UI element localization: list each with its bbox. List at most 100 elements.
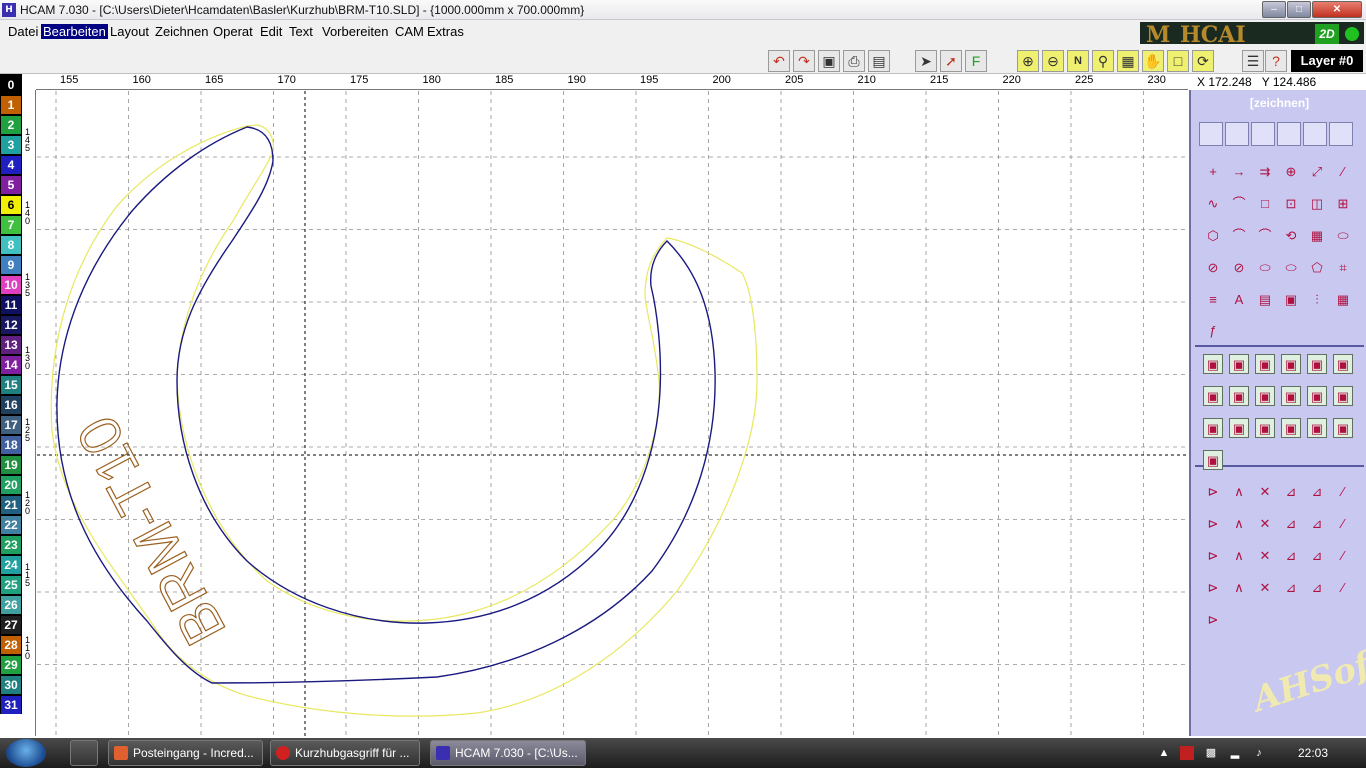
tray-device-icon[interactable]: ▩ (1204, 746, 1218, 760)
layer-cell-1[interactable]: 1 (1, 96, 21, 114)
function-icon[interactable]: F (965, 50, 987, 72)
draw-tool-icon-21[interactable]: ⬭ (1281, 258, 1301, 278)
draw-tool-icon-23[interactable]: ⌗ (1333, 258, 1353, 278)
layer-cell-3[interactable]: 3 (1, 136, 21, 154)
layer-cell-4[interactable]: 4 (1, 156, 21, 174)
layer-cell-14[interactable]: 14 (1, 356, 21, 374)
layer-cell-22[interactable]: 22 (1, 516, 21, 534)
layer-cell-8[interactable]: 8 (1, 236, 21, 254)
edit-tool-icon-13[interactable]: ∧ (1229, 546, 1249, 566)
tray-network-icon[interactable]: ▂ (1228, 746, 1242, 760)
edit-tool-icon-5[interactable]: ⁄ (1333, 482, 1353, 502)
tray-app-icon[interactable] (1180, 746, 1194, 760)
layer-cell-18[interactable]: 18 (1, 436, 21, 454)
zoom-normal-icon[interactable]: N (1067, 50, 1089, 72)
draw-tool-icon-11[interactable]: ⊞ (1333, 194, 1353, 214)
edit-tool-icon-4[interactable]: ⊿ (1307, 482, 1327, 502)
menu-datei[interactable]: Datei (6, 24, 40, 39)
menu-extras[interactable]: Extras (425, 24, 466, 39)
menu-layout[interactable]: Layout (108, 24, 151, 39)
draw-tool-icon-27[interactable]: ▣ (1281, 290, 1301, 310)
edit-tool-icon-17[interactable]: ⁄ (1333, 546, 1353, 566)
layer-cell-6[interactable]: 6 (1, 196, 21, 214)
tab-empty-1[interactable] (1277, 122, 1301, 146)
draw-tool-icon-5[interactable]: ⁄ (1333, 162, 1353, 182)
layer-cell-29[interactable]: 29 (1, 656, 21, 674)
current-layer-label[interactable]: Layer #0 (1291, 50, 1363, 72)
edit-tool-icon-23[interactable]: ⁄ (1333, 578, 1353, 598)
edit-tool-icon-14[interactable]: ✕ (1255, 546, 1275, 566)
layer-cell-27[interactable]: 27 (1, 616, 21, 634)
draw-tool-icon-25[interactable]: A (1229, 290, 1249, 310)
edit-tool-icon-9[interactable]: ⊿ (1281, 514, 1301, 534)
zoom-fit-icon[interactable]: □ (1167, 50, 1189, 72)
undo-icon[interactable]: ↶ (768, 50, 790, 72)
edit-tool-icon-19[interactable]: ∧ (1229, 578, 1249, 598)
transform-tool-icon-6[interactable]: ▣ (1203, 386, 1223, 406)
edit-tool-icon-7[interactable]: ∧ (1229, 514, 1249, 534)
edit-tool-icon-20[interactable]: ✕ (1255, 578, 1275, 598)
minimize-button[interactable]: – (1262, 1, 1286, 18)
maximize-button[interactable]: □ (1287, 1, 1311, 18)
draw-tool-icon-14[interactable]: ⌒ (1255, 226, 1275, 246)
draw-tool-icon-4[interactable]: ⤢ (1307, 162, 1327, 182)
layer-cell-31[interactable]: 31 (1, 696, 21, 714)
draw-tool-icon-2[interactable]: ⇉ (1255, 162, 1275, 182)
layer-cell-2[interactable]: 2 (1, 116, 21, 134)
node-edit-icon[interactable]: ➚ (940, 50, 962, 72)
draw-tool-icon-9[interactable]: ⊡ (1281, 194, 1301, 214)
layer-cell-17[interactable]: 17 (1, 416, 21, 434)
plot-icon[interactable]: ▤ (868, 50, 890, 72)
menu-cam[interactable]: CAM (393, 24, 426, 39)
transform-tool-icon-12[interactable]: ▣ (1203, 418, 1223, 438)
layer-cell-30[interactable]: 30 (1, 676, 21, 694)
edit-tool-icon-16[interactable]: ⊿ (1307, 546, 1327, 566)
taskbar-item-mail[interactable]: Posteingang - Incred... (108, 740, 263, 766)
menu-vorbereiten[interactable]: Vorbereiten (320, 24, 391, 39)
tab-edit-icon[interactable] (1251, 122, 1275, 146)
layer-cell-24[interactable]: 24 (1, 556, 21, 574)
draw-tool-icon-17[interactable]: ⬭ (1333, 226, 1353, 246)
draw-tool-icon-10[interactable]: ◫ (1307, 194, 1327, 214)
draw-tool-icon-30[interactable]: ƒ (1203, 321, 1223, 341)
pan-hand-icon[interactable]: ✋ (1142, 50, 1164, 72)
layer-cell-19[interactable]: 19 (1, 456, 21, 474)
edit-tool-icon-1[interactable]: ∧ (1229, 482, 1249, 502)
draw-tool-icon-19[interactable]: ⊘ (1229, 258, 1249, 278)
draw-tool-icon-7[interactable]: ⌒ (1229, 194, 1249, 214)
start-button[interactable] (6, 739, 46, 767)
menu-edit[interactable]: Edit (258, 24, 284, 39)
layer-cell-28[interactable]: 28 (1, 636, 21, 654)
draw-tool-icon-12[interactable]: ⬡ (1203, 226, 1223, 246)
transform-tool-icon-10[interactable]: ▣ (1307, 386, 1327, 406)
layer-cell-12[interactable]: 12 (1, 316, 21, 334)
tray-arrow-icon[interactable]: ▲ (1157, 746, 1171, 760)
draw-tool-icon-22[interactable]: ⬠ (1307, 258, 1327, 278)
draw-tool-icon-15[interactable]: ⟲ (1281, 226, 1301, 246)
tab-empty-2[interactable] (1303, 122, 1327, 146)
transform-tool-icon-4[interactable]: ▣ (1307, 354, 1327, 374)
draw-tool-icon-29[interactable]: ▦ (1333, 290, 1353, 310)
list-icon[interactable]: ☰ (1242, 50, 1264, 72)
draw-tool-icon-8[interactable]: □ (1255, 194, 1275, 214)
edit-tool-icon-12[interactable]: ⊳ (1203, 546, 1223, 566)
draw-tool-icon-1[interactable]: → (1229, 162, 1249, 182)
close-button[interactable]: ✕ (1312, 1, 1362, 18)
layer-cell-13[interactable]: 13 (1, 336, 21, 354)
zoom-out-icon[interactable]: ⊖ (1042, 50, 1064, 72)
draw-tool-icon-24[interactable]: ≡ (1203, 290, 1223, 310)
engraving-text[interactable]: BRM-T10 (64, 405, 239, 656)
draw-tool-icon-28[interactable]: ⫶ (1307, 290, 1327, 310)
draw-tool-icon-16[interactable]: ▦ (1307, 226, 1327, 246)
tab-files-icon[interactable] (1199, 122, 1223, 146)
edit-tool-icon-8[interactable]: ✕ (1255, 514, 1275, 534)
drawing-canvas[interactable]: BRM-T10 (37, 91, 1189, 736)
draw-tool-icon-20[interactable]: ⬭ (1255, 258, 1275, 278)
menu-bearbeiten[interactable]: Bearbeiten (41, 24, 108, 39)
transform-tool-icon-8[interactable]: ▣ (1255, 386, 1275, 406)
transform-tool-icon-17[interactable]: ▣ (1333, 418, 1353, 438)
draw-tool-icon-26[interactable]: ▤ (1255, 290, 1275, 310)
edit-tool-icon-15[interactable]: ⊿ (1281, 546, 1301, 566)
layer-cell-16[interactable]: 16 (1, 396, 21, 414)
menu-operat[interactable]: Operat (211, 24, 255, 39)
